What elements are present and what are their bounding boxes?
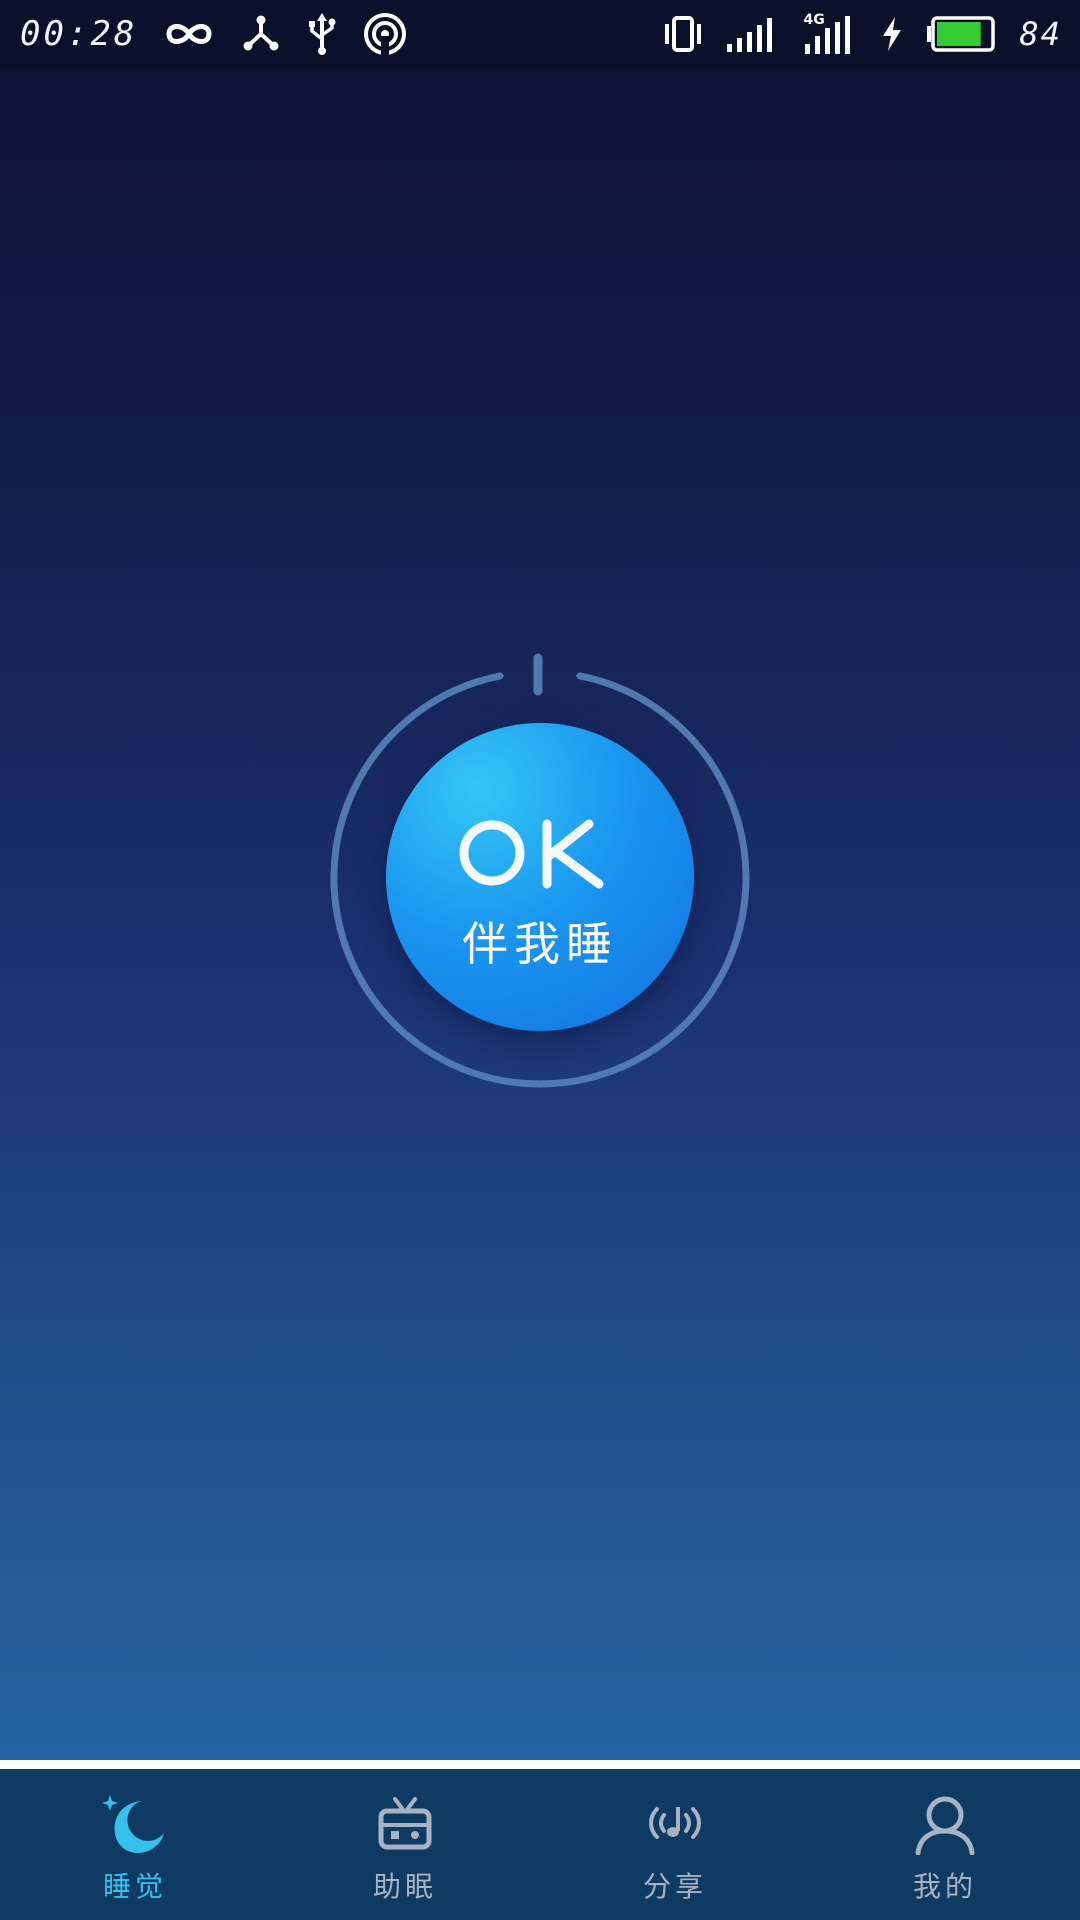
usb-icon	[309, 13, 336, 55]
tab-label-sleep-aid: 助眠	[372, 1870, 437, 1903]
tab-profile[interactable]: 我的	[810, 1769, 1080, 1920]
bottom-tab-bar: 睡觉 助眠 分享 我的	[0, 1769, 1080, 1920]
share-hub-icon	[243, 15, 279, 51]
tab-label-share: 分享	[642, 1870, 707, 1903]
user-icon	[915, 1796, 975, 1855]
charging-icon	[883, 17, 902, 51]
ok-sleep-button[interactable]: OK 伴我睡	[386, 723, 694, 1031]
tab-share[interactable]: 分享	[540, 1769, 810, 1920]
infinity-icon	[166, 24, 212, 44]
status-bar-left: 00:28	[20, 0, 407, 68]
signal-4g-icon: 4G	[803, 12, 859, 54]
status-bar: 00:28 4G 84	[0, 0, 1080, 68]
signal-icon	[727, 18, 773, 52]
tab-sleep[interactable]: 睡觉	[0, 1769, 270, 1920]
battery-percentage: 84	[1019, 15, 1062, 53]
tab-sleep-aid[interactable]: 助眠	[270, 1769, 540, 1920]
ok-glyph	[459, 819, 604, 889]
tab-label-sleep: 睡觉	[102, 1870, 167, 1903]
moon-stars-icon	[102, 1795, 164, 1853]
tab-label-profile: 我的	[912, 1870, 977, 1903]
sleep-power-control: OK 伴我睡	[320, 650, 760, 1090]
status-time: 00:28	[20, 14, 138, 54]
app-screen: 00:28 4G 84 伴我睡 睡觉 助眠 分享 我的	[0, 0, 1080, 1920]
radio-icon	[378, 1797, 432, 1850]
status-bar-right: 4G 84	[663, 0, 1062, 68]
tab-divider	[0, 1760, 1080, 1769]
ok-caption: 伴我睡	[462, 917, 618, 971]
broadcast-music-icon	[649, 1807, 701, 1839]
battery-icon	[927, 16, 996, 52]
vibrate-icon	[665, 16, 702, 52]
hotspot-icon	[364, 13, 407, 56]
